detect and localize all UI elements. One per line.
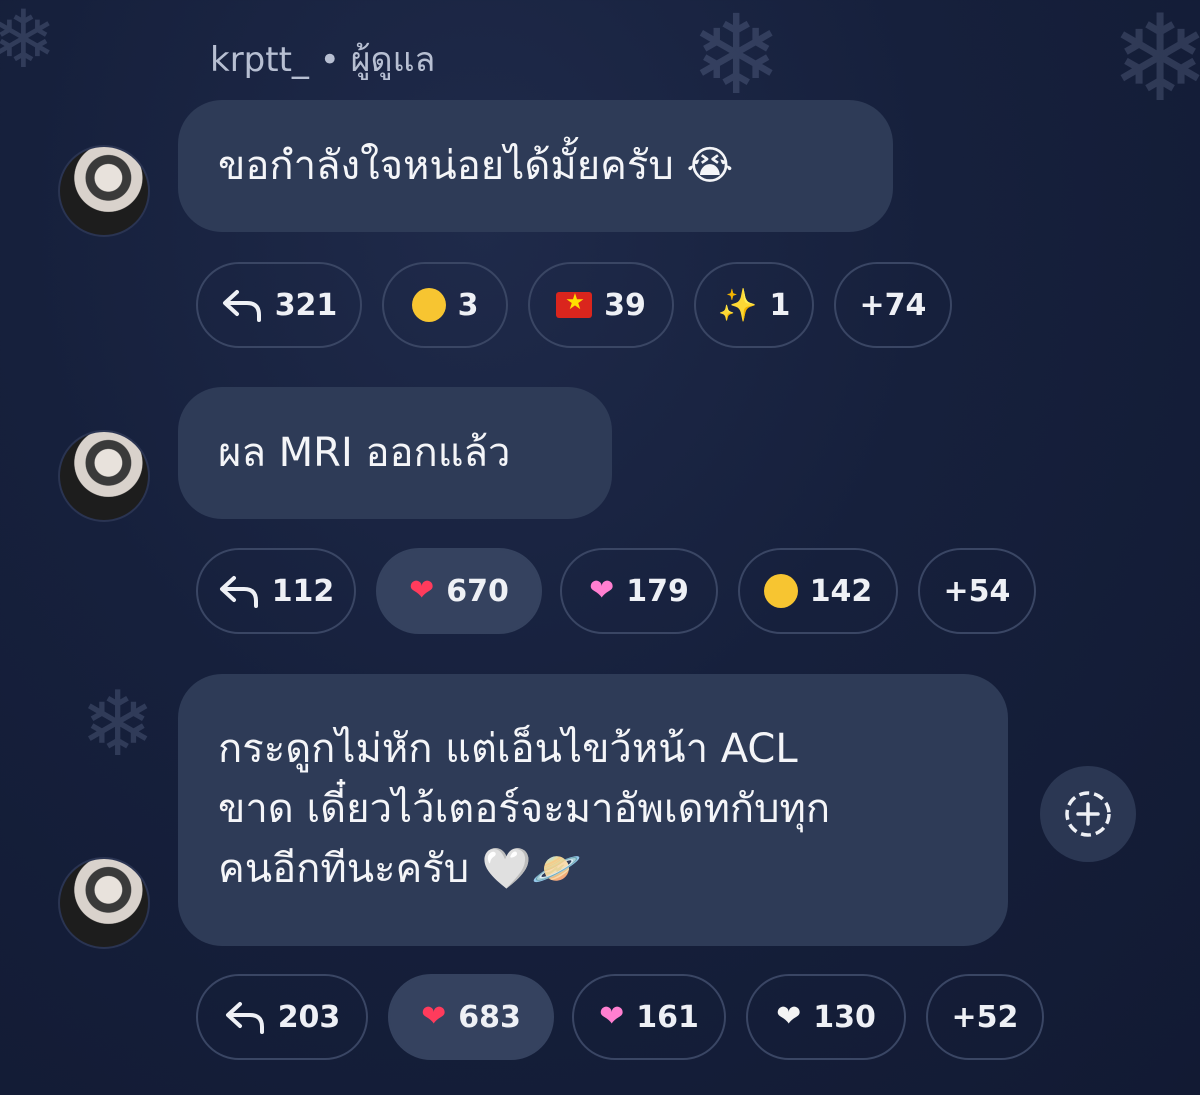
- message-text-line: กระดูกไม่หัก แต่เอ็นไขว้หน้า ACL: [218, 726, 798, 772]
- message-bubble[interactable]: ผล MRI ออกแล้ว: [178, 387, 612, 519]
- reaction-count: 670: [446, 573, 509, 609]
- reaction-count: 39: [604, 287, 646, 323]
- more-reactions-button[interactable]: +52: [926, 974, 1044, 1060]
- reaction-count: 142: [809, 573, 873, 609]
- white-heart-icon: ❤: [776, 999, 802, 1034]
- message-bubble[interactable]: กระดูกไม่หัก แต่เอ็นไขว้หน้า ACL ขาด เดี…: [178, 674, 1008, 946]
- reaction-chip[interactable]: ❤ 179: [560, 548, 718, 634]
- reply-button[interactable]: 321: [196, 262, 362, 348]
- add-reaction-icon: [1065, 791, 1111, 837]
- more-reactions-label: +52: [951, 999, 1019, 1035]
- reply-count: 321: [274, 287, 338, 323]
- crying-face-icon: [763, 574, 798, 608]
- sender-name[interactable]: krptt_: [210, 40, 309, 80]
- reaction-chip[interactable]: ❤ 130: [746, 974, 906, 1060]
- reaction-chip[interactable]: ❤ 161: [572, 974, 726, 1060]
- snowflake-decoration: ❄: [80, 672, 156, 777]
- avatar[interactable]: [58, 857, 150, 949]
- reaction-chip[interactable]: 142: [738, 548, 898, 634]
- sender-header: krptt_ • ผู้ดูแล: [210, 32, 435, 86]
- snowflake-decoration: ❄: [690, 0, 783, 119]
- message-text-line: คนอีกทีนะครับ 🤍🪐: [218, 846, 582, 892]
- reaction-count: 683: [458, 999, 521, 1035]
- reaction-count: 179: [626, 573, 689, 609]
- pink-heart-icon: ❤: [589, 573, 615, 608]
- smiling-face-icon: [411, 288, 446, 322]
- red-heart-icon: ❤: [421, 999, 447, 1034]
- reply-count: 112: [271, 573, 335, 609]
- reply-icon: [219, 576, 258, 608]
- reaction-count: 161: [636, 999, 699, 1035]
- reply-count: 203: [277, 999, 341, 1035]
- reply-button[interactable]: 203: [196, 974, 368, 1060]
- more-reactions-button[interactable]: +74: [834, 262, 952, 348]
- message-bubble[interactable]: ขอกำลังใจหน่อยได้มั้ยครับ 😭: [178, 100, 893, 232]
- pink-heart-icon: ❤: [599, 999, 625, 1034]
- vietnam-flag-icon: [556, 290, 593, 318]
- more-reactions-label: +74: [859, 287, 927, 323]
- reaction-chip[interactable]: 3: [382, 262, 508, 348]
- sparkles-icon: ✨: [717, 286, 758, 324]
- more-reactions-label: +54: [943, 573, 1011, 609]
- more-reactions-button[interactable]: +54: [918, 548, 1036, 634]
- message-text: ขอกำลังใจหน่อยได้มั้ยครับ 😭: [218, 143, 734, 189]
- reply-icon: [225, 1002, 264, 1034]
- reaction-count: 1: [769, 287, 791, 323]
- add-reaction-button[interactable]: [1040, 766, 1136, 862]
- red-heart-icon: ❤: [409, 573, 435, 608]
- message-text-line: ขาด เดี๋ยวไว้เตอร์จะมาอัพเดทกับทุก: [218, 786, 831, 832]
- snowflake-decoration: ❄: [0, 0, 58, 86]
- reaction-chip[interactable]: 39: [528, 262, 674, 348]
- reaction-chip-active[interactable]: ❤ 670: [376, 548, 542, 634]
- snowflake-decoration: ❄: [1110, 0, 1200, 129]
- reaction-count: 130: [813, 999, 876, 1035]
- reaction-chip[interactable]: ✨ 1: [694, 262, 814, 348]
- sender-role-badge: • ผู้ดูแล: [319, 40, 436, 80]
- avatar[interactable]: [58, 430, 150, 522]
- reaction-count: 3: [457, 287, 479, 323]
- message-text: ผล MRI ออกแล้ว: [218, 430, 511, 476]
- reaction-chip-active[interactable]: ❤ 683: [388, 974, 554, 1060]
- reply-button[interactable]: 112: [196, 548, 356, 634]
- reply-icon: [222, 290, 261, 322]
- avatar[interactable]: [58, 145, 150, 237]
